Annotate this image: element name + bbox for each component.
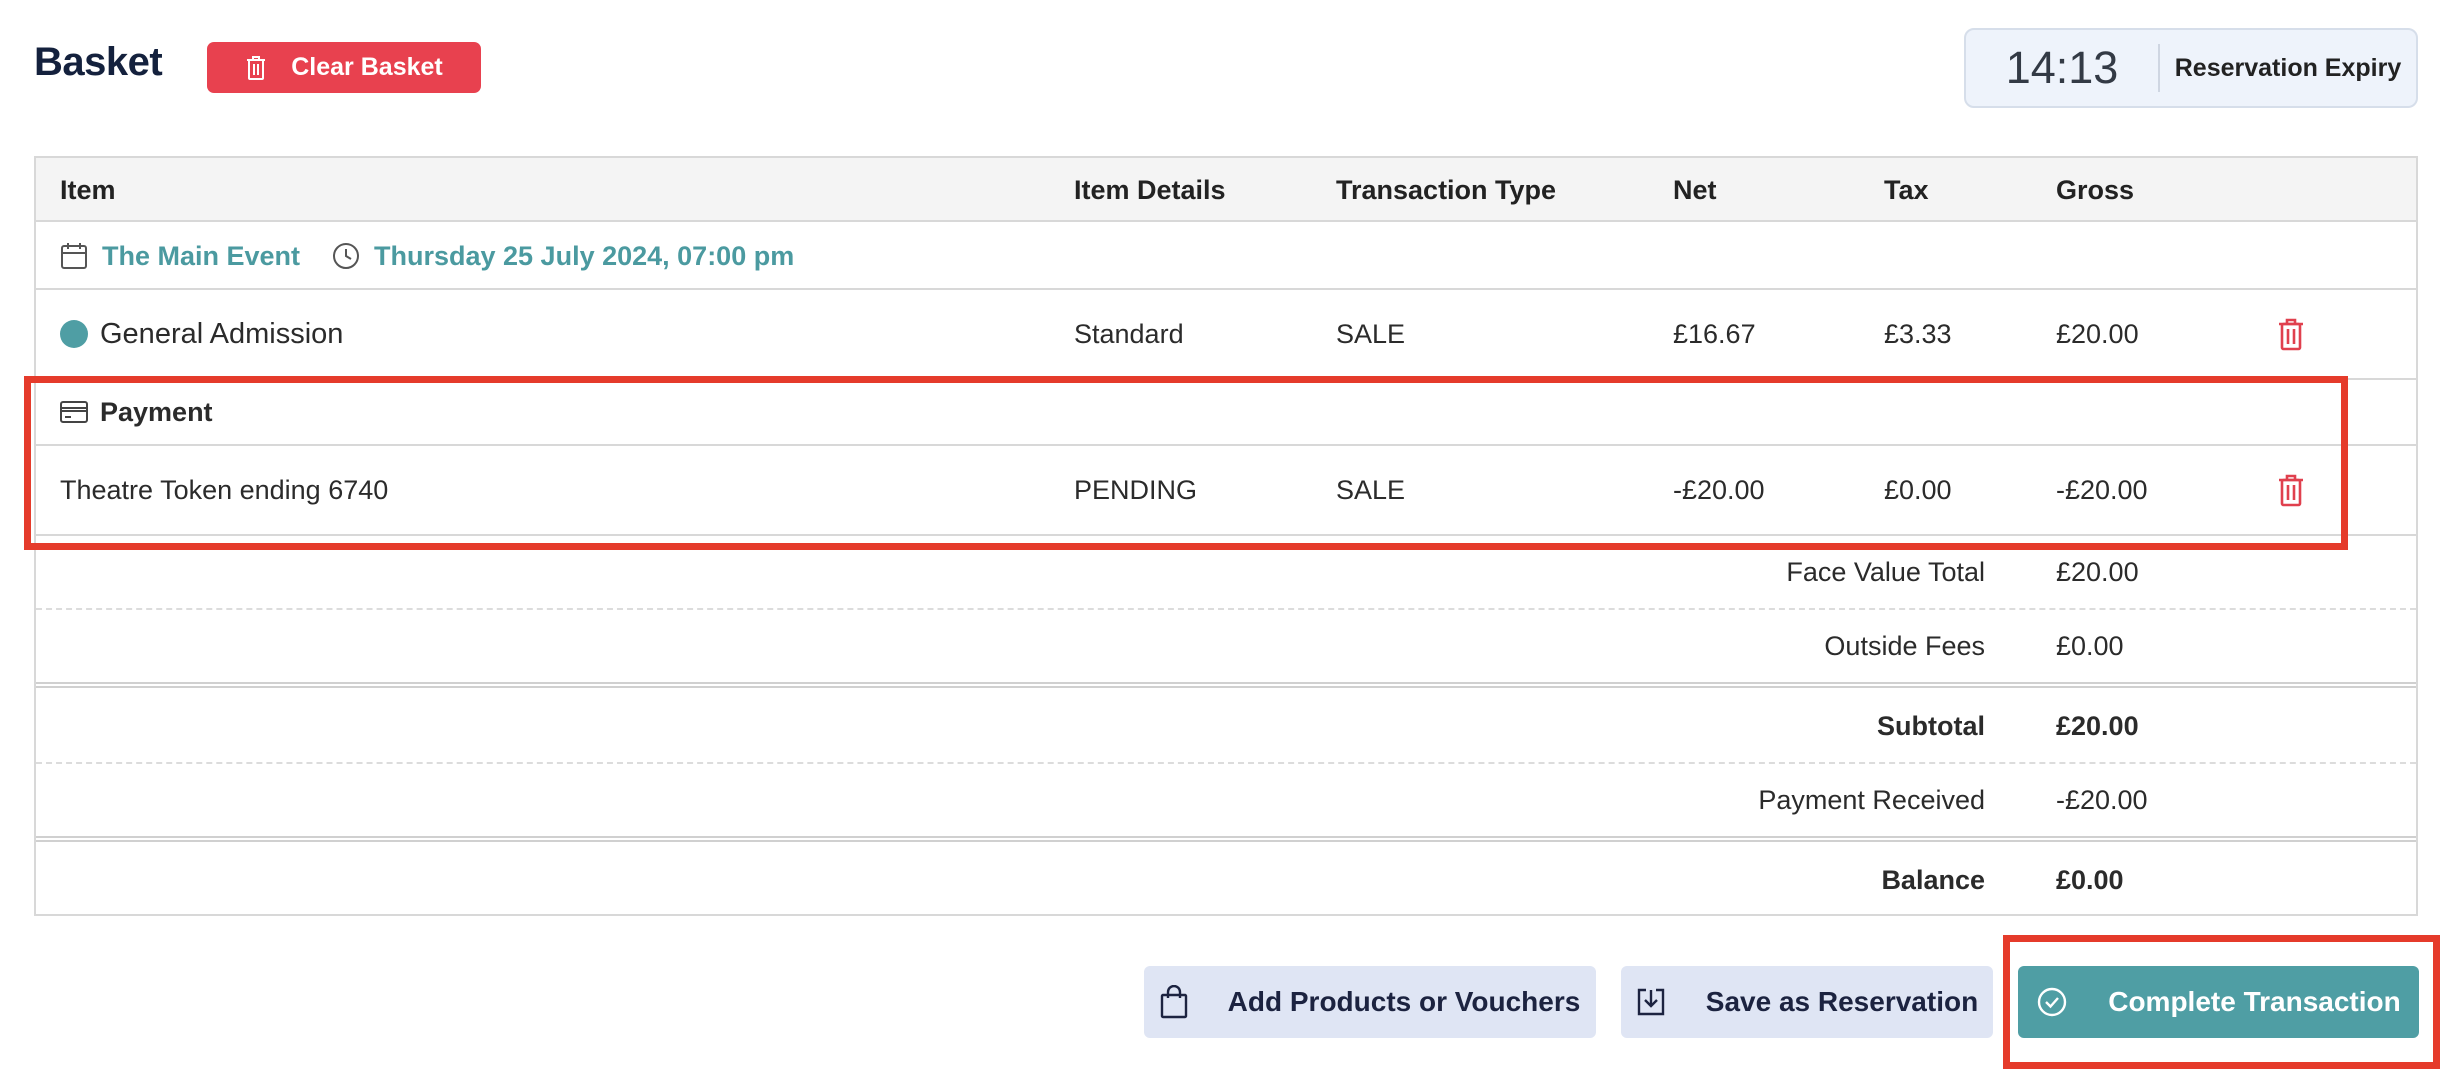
row-divider — [36, 682, 2416, 688]
clear-basket-label: Clear Basket — [291, 53, 443, 81]
trash-icon — [247, 55, 266, 80]
ticket-item: General Admission — [100, 317, 344, 350]
balance-amount: £0.00 — [2056, 864, 2124, 895]
column-item-details: Item Details — [1074, 174, 1226, 205]
complete-transaction-button[interactable]: Complete Transaction — [2018, 966, 2419, 1038]
ticket-details: Standard — [1074, 318, 1184, 349]
clear-basket-button[interactable]: Clear Basket — [207, 42, 481, 93]
timer-value: 14:13 — [2005, 42, 2119, 93]
column-tax: Tax — [1884, 174, 1929, 205]
reservation-timer: 14:13 Reservation Expiry — [1964, 28, 2418, 108]
row-divider — [36, 836, 2416, 842]
ticket-net: £16.67 — [1673, 318, 1756, 349]
save-reservation-button[interactable]: Save as Reservation — [1621, 966, 1993, 1038]
ticket-dot-icon — [60, 320, 88, 348]
event-datetime: Thursday 25 July 2024, 07:00 pm — [374, 240, 795, 271]
table-row-ticket: General Admission — [60, 290, 343, 378]
timer-label: Reservation Expiry — [2174, 53, 2402, 82]
shopping-bag-icon — [1160, 985, 1187, 1019]
outside-fees-label: Outside Fees — [1824, 630, 1985, 661]
remove-ticket-button[interactable] — [2277, 290, 2305, 378]
complete-transaction-label: Complete Transaction — [2108, 986, 2401, 1017]
subtotal-label: Subtotal — [1877, 710, 1985, 741]
ticket-gross: £20.00 — [2056, 318, 2139, 349]
column-transaction-type: Transaction Type — [1336, 174, 1557, 205]
trash-icon — [2279, 318, 2303, 351]
save-reservation-label: Save as Reservation — [1705, 986, 1979, 1017]
ticket-type: SALE — [1336, 318, 1406, 349]
column-item: Item — [60, 174, 116, 205]
page-title: Basket — [34, 40, 163, 84]
event-name[interactable]: The Main Event — [102, 241, 300, 272]
check-circle-icon — [2038, 987, 2067, 1017]
payment-received-amount: -£20.00 — [2056, 784, 2148, 815]
outside-fees-amount: £0.00 — [2056, 630, 2124, 661]
event-datetime-cell: Thursday 25 July 2024, 07:00 pm — [332, 224, 794, 288]
ticket-tax: £3.33 — [1884, 318, 1952, 349]
column-net: Net — [1673, 174, 1717, 205]
add-products-label: Add Products or Vouchers — [1227, 986, 1581, 1017]
column-gross: Gross — [2056, 174, 2135, 205]
save-download-icon — [1637, 988, 1664, 1016]
subtotal-amount: £20.00 — [2056, 710, 2139, 741]
event-name-cell[interactable]: The Main Event — [60, 224, 300, 288]
balance-label: Balance — [1881, 864, 1985, 895]
payment-highlight-box — [24, 376, 2348, 550]
add-products-button[interactable]: Add Products or Vouchers — [1144, 966, 1596, 1038]
clock-icon — [333, 243, 359, 269]
calendar-icon — [61, 243, 87, 269]
payment-received-label: Payment Received — [1758, 784, 1985, 815]
